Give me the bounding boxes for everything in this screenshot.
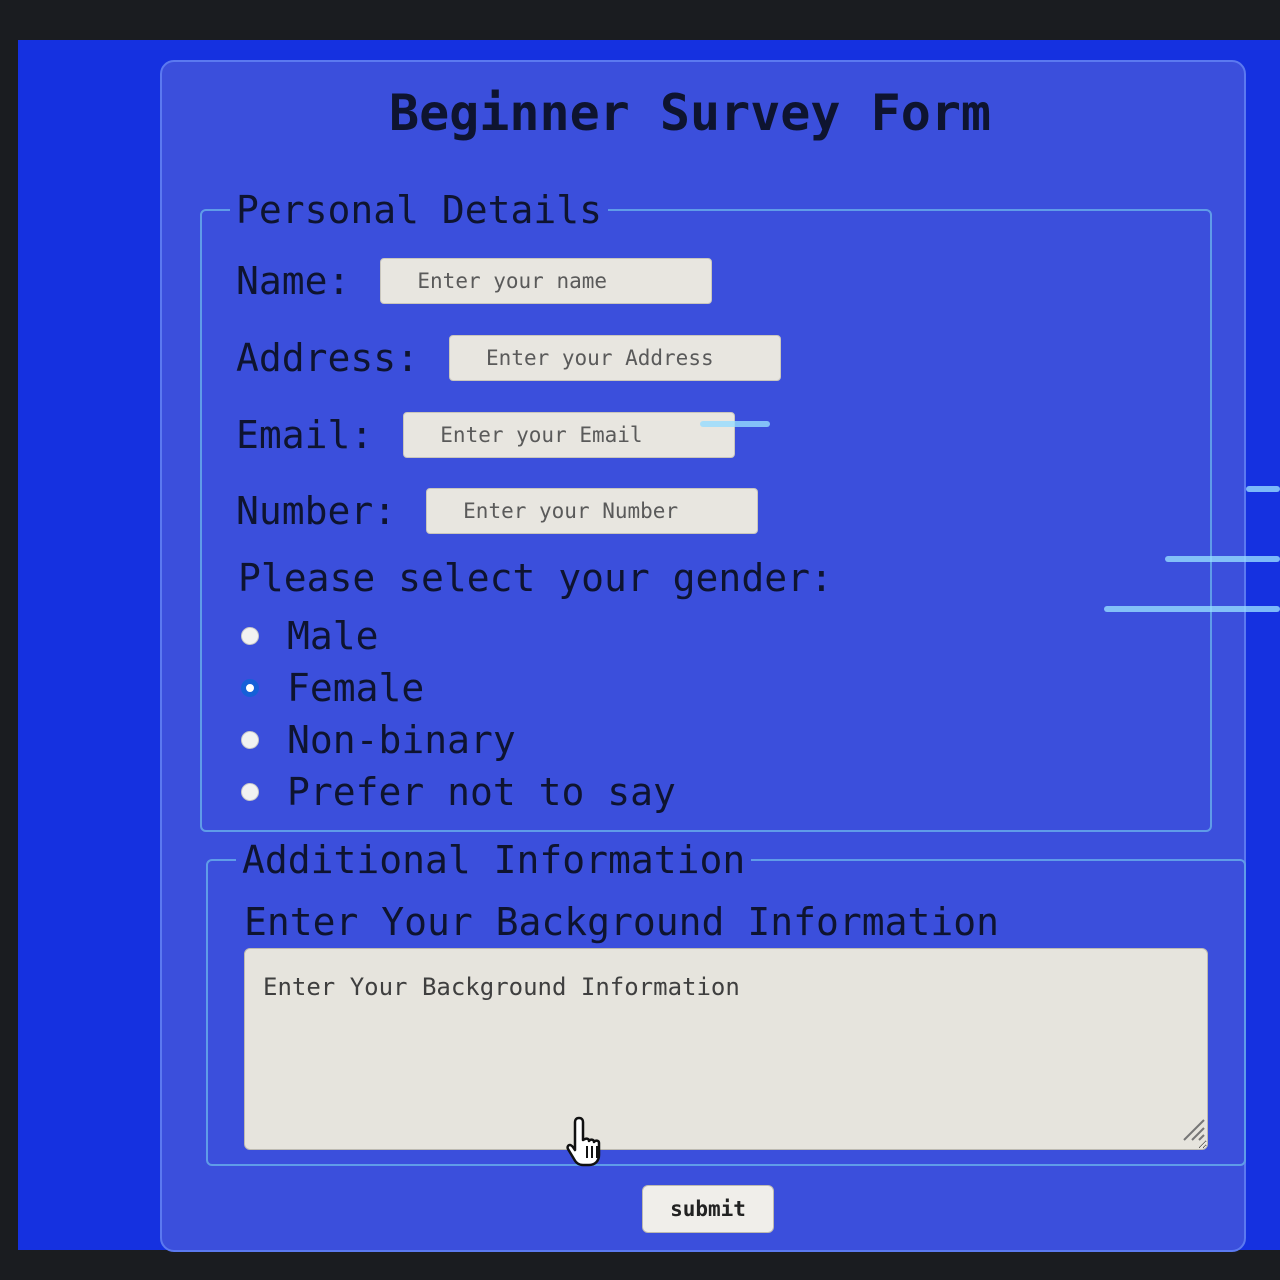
- gender-label-prefer-not: Prefer not to say: [287, 770, 676, 814]
- screen-glare: [1165, 556, 1280, 562]
- additional-info-legend: Additional Information: [242, 838, 746, 882]
- name-row: Name:: [236, 258, 713, 304]
- screen-glare: [700, 421, 770, 427]
- gender-option-non-binary[interactable]: Non-binary: [241, 718, 516, 762]
- submit-button[interactable]: submit: [642, 1185, 774, 1233]
- address-input[interactable]: [449, 335, 782, 381]
- page-title: Beginner Survey Form: [388, 84, 992, 142]
- gender-option-male[interactable]: Male: [241, 614, 379, 658]
- resize-grip-icon[interactable]: [1180, 1116, 1206, 1142]
- gender-label-male: Male: [287, 614, 379, 658]
- gender-label-non-binary: Non-binary: [287, 718, 516, 762]
- screen-glare: [1104, 606, 1280, 612]
- email-input[interactable]: [403, 412, 736, 458]
- screen-glare: [1246, 486, 1280, 492]
- address-label: Address:: [236, 336, 420, 380]
- email-label: Email:: [236, 413, 374, 457]
- background-info-textarea[interactable]: [244, 948, 1208, 1150]
- background-info-label: Enter Your Background Information: [244, 900, 999, 944]
- gender-question: Please select your gender:: [238, 556, 833, 600]
- number-input[interactable]: [426, 488, 759, 534]
- email-row: Email:: [236, 412, 736, 458]
- number-row: Number:: [236, 488, 759, 534]
- name-label: Name:: [236, 259, 351, 303]
- monitor-bezel: Beginner Survey Form Personal Details Na…: [0, 0, 1280, 1280]
- gender-label-female: Female: [287, 666, 425, 710]
- gender-option-prefer-not[interactable]: Prefer not to say: [241, 770, 676, 814]
- radio-prefer-not[interactable]: [241, 783, 259, 801]
- name-input[interactable]: [380, 258, 713, 304]
- radio-non-binary[interactable]: [241, 731, 259, 749]
- personal-details-legend: Personal Details: [236, 188, 603, 232]
- gender-option-female[interactable]: Female: [241, 666, 424, 710]
- radio-female[interactable]: [241, 679, 259, 697]
- number-label: Number:: [236, 489, 397, 533]
- radio-male[interactable]: [241, 627, 259, 645]
- hand-pointer-cursor-icon: [566, 1116, 601, 1167]
- address-row: Address:: [236, 335, 782, 381]
